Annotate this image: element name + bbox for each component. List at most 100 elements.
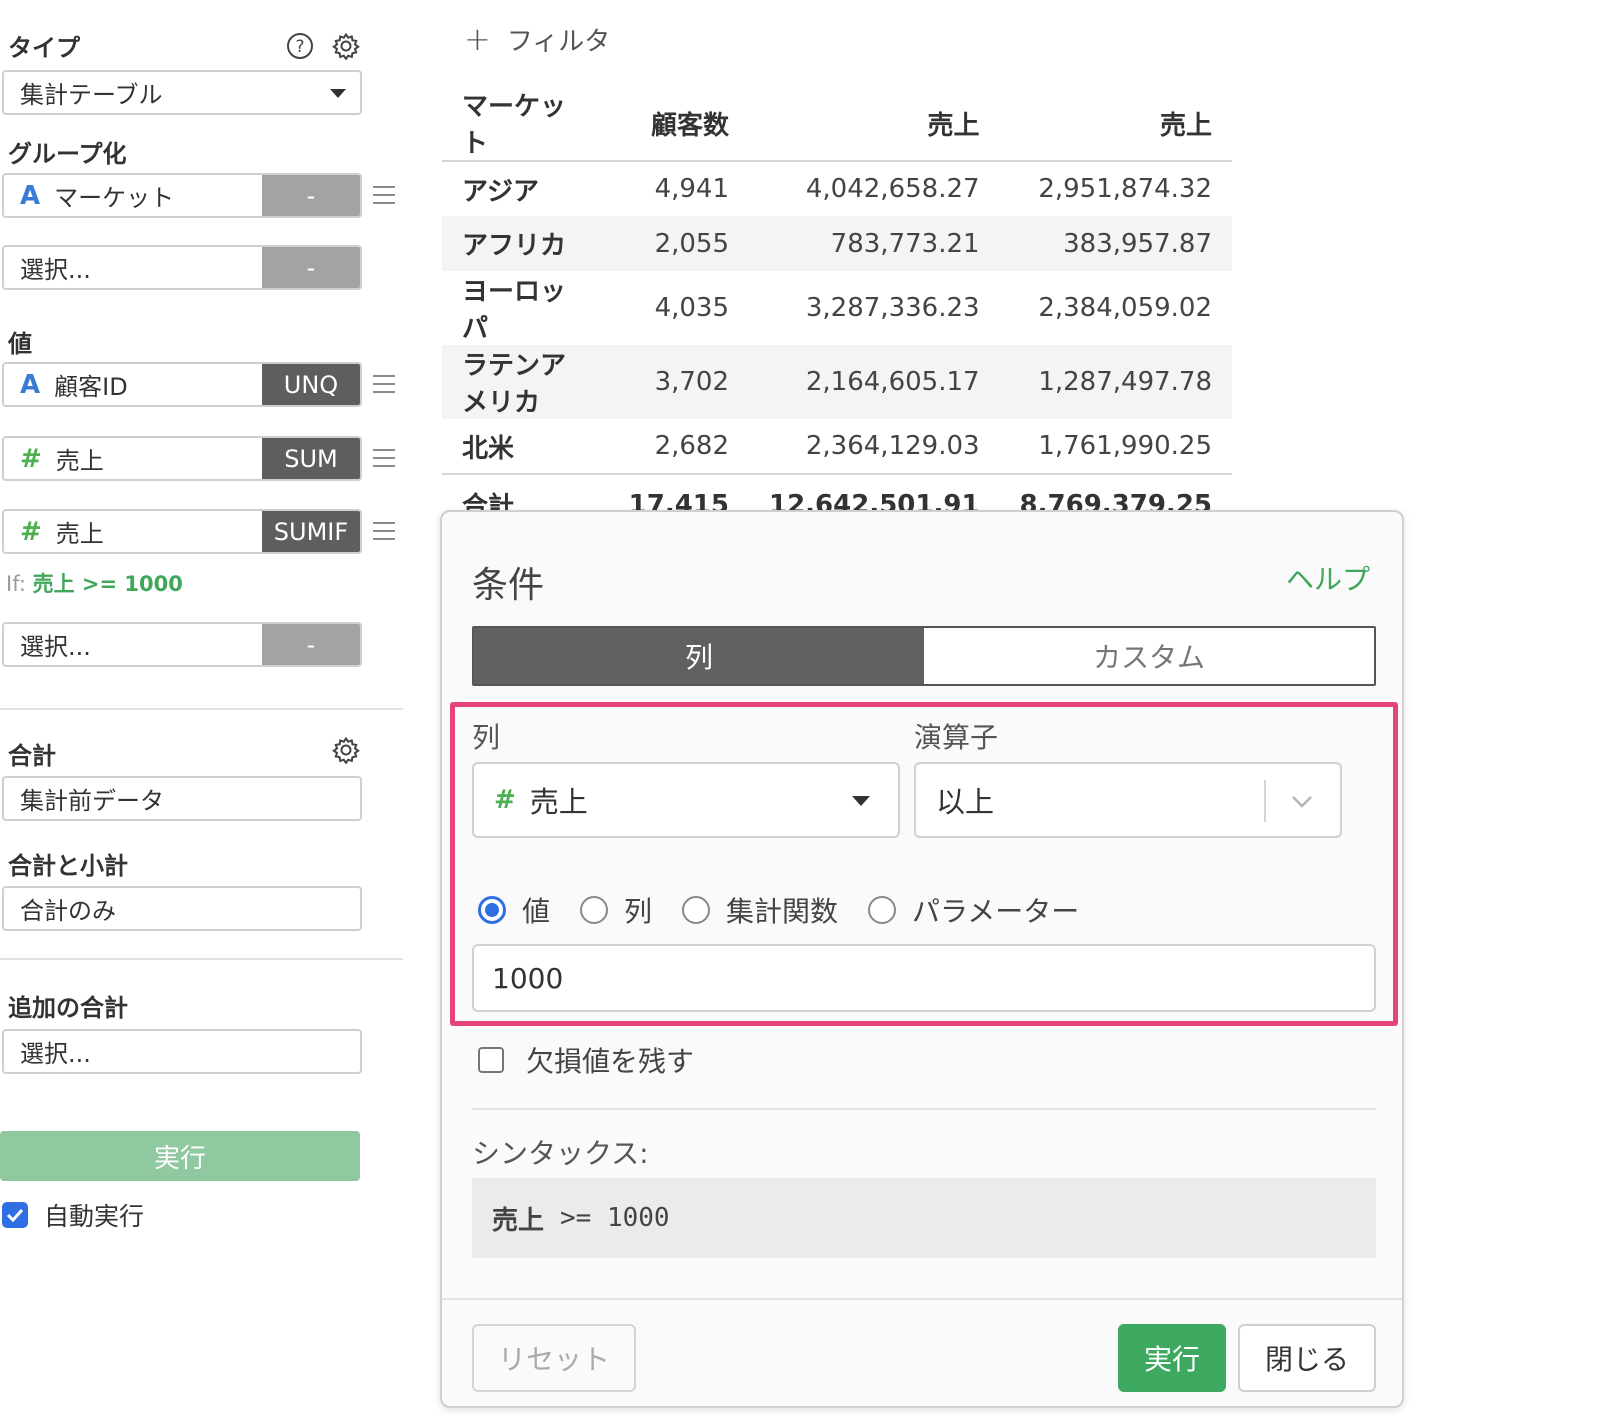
checkbox-unchecked-icon[interactable] bbox=[478, 1047, 504, 1073]
divider bbox=[0, 708, 403, 710]
table-cell: アフリカ bbox=[442, 216, 609, 271]
reset-button[interactable]: リセット bbox=[472, 1324, 636, 1392]
extra-total-select[interactable]: 選択... bbox=[2, 1029, 362, 1074]
add-filter-label: フィルタ bbox=[506, 26, 611, 57]
add-filter-button[interactable]: + フィルタ bbox=[464, 20, 610, 58]
group-field-action-button[interactable]: - bbox=[262, 247, 360, 288]
divider bbox=[0, 958, 403, 960]
condition-mode-tabs: 列 カスタム bbox=[472, 626, 1376, 686]
caret-down-icon bbox=[330, 89, 346, 98]
run-button[interactable]: 実行 bbox=[0, 1131, 360, 1181]
value-field-name: 顧客ID bbox=[54, 373, 128, 401]
column-header[interactable]: 売上 bbox=[999, 86, 1232, 162]
syntax-column: 売上 bbox=[492, 1205, 545, 1236]
table-header-row: マーケット 顧客数 売上 売上 bbox=[442, 86, 1232, 162]
column-label: 列 bbox=[472, 721, 501, 754]
table-cell: 4,042,658.27 bbox=[805, 174, 980, 204]
chevron-down-icon bbox=[1290, 786, 1314, 820]
table-cell: 4,035 bbox=[654, 293, 729, 323]
keep-missing-toggle[interactable]: 欠損値を残す bbox=[478, 1040, 694, 1080]
run-button[interactable]: 実行 bbox=[1118, 1324, 1226, 1392]
drag-handle-icon[interactable] bbox=[373, 375, 395, 393]
close-button[interactable]: 閉じる bbox=[1238, 1324, 1376, 1392]
table-row: 北米 2,682 2,364,129.03 1,761,990.25 bbox=[442, 419, 1232, 474]
group-field-placeholder: 選択... bbox=[20, 256, 91, 284]
table-cell: ヨーロッパ bbox=[462, 277, 567, 344]
subtotal-label: 合計と小計 bbox=[8, 852, 128, 880]
table-cell: 2,682 bbox=[654, 431, 729, 461]
value-type-radio-group: 値 列 集計関数 パラメーター bbox=[478, 890, 1109, 930]
radio-label: 集計関数 bbox=[726, 895, 839, 928]
table-cell: 3,702 bbox=[608, 345, 749, 419]
table-row: アフリカ 2,055 783,773.21 383,957.87 bbox=[442, 216, 1232, 271]
table-cell: 4,941 bbox=[654, 174, 729, 204]
column-header[interactable]: 顧客数 bbox=[608, 86, 749, 162]
radio-label: 列 bbox=[624, 895, 653, 928]
tab-custom[interactable]: カスタム bbox=[924, 628, 1374, 684]
condition-dialog: 条件 ヘルプ 列 カスタム 列 演算子 # 売上 以上 値 列 集計関数 パラメ… bbox=[440, 510, 1404, 1408]
drag-handle-icon[interactable] bbox=[373, 449, 395, 467]
operator-dropdown[interactable]: 以上 bbox=[914, 762, 1342, 838]
value-label: 値 bbox=[8, 330, 32, 358]
radio-unselected-icon[interactable] bbox=[580, 896, 609, 924]
group-field-market[interactable]: A マーケット - bbox=[2, 173, 362, 218]
syntax-preview: 売上 >= 1000 bbox=[472, 1178, 1376, 1258]
radio-aggregate-function[interactable]: 集計関数 bbox=[682, 890, 838, 930]
drag-handle-icon[interactable] bbox=[373, 522, 395, 540]
radio-value[interactable]: 値 bbox=[478, 890, 550, 930]
table-cell: 1,761,990.25 bbox=[1038, 431, 1212, 461]
subtotal-select[interactable]: 合計のみ bbox=[2, 886, 362, 931]
if-prefix: If: bbox=[6, 572, 26, 596]
radio-column[interactable]: 列 bbox=[580, 890, 652, 930]
auto-run-label: 自動実行 bbox=[44, 1202, 145, 1231]
sumif-condition-link[interactable]: If: 売上 >= 1000 bbox=[6, 568, 183, 598]
table-cell: 1,287,497.78 bbox=[999, 345, 1232, 419]
table-cell: 2,384,059.02 bbox=[1038, 293, 1212, 323]
divider bbox=[472, 1108, 1376, 1110]
table-cell: 2,164,605.17 bbox=[749, 345, 1000, 419]
aggregate-function-button[interactable]: SUM bbox=[262, 438, 360, 479]
table-cell: 2,951,874.32 bbox=[1038, 174, 1212, 204]
subtotal-select-value: 合計のみ bbox=[20, 897, 116, 925]
keep-missing-label: 欠損値を残す bbox=[526, 1045, 695, 1078]
column-header[interactable]: マーケット bbox=[442, 86, 609, 162]
aggregate-table: マーケット 顧客数 売上 売上 アジア 4,941 4,042,658.27 2… bbox=[442, 86, 1232, 534]
radio-selected-icon[interactable] bbox=[478, 896, 506, 924]
total-select-value: 集計前データ bbox=[20, 787, 164, 815]
syntax-label: シンタックス: bbox=[472, 1137, 649, 1170]
help-icon[interactable]: ? bbox=[284, 30, 316, 62]
group-field-select[interactable]: 選択... - bbox=[2, 245, 362, 290]
value-input[interactable]: 1000 bbox=[472, 944, 1376, 1012]
total-select[interactable]: 集計前データ bbox=[2, 776, 362, 821]
help-link[interactable]: ヘルプ bbox=[1286, 558, 1370, 598]
aggregate-function-button[interactable]: SUMIF bbox=[262, 511, 360, 552]
total-gear-icon[interactable] bbox=[330, 734, 362, 766]
value-field-sales-sumif[interactable]: # 売上 SUMIF bbox=[2, 509, 362, 554]
tab-column[interactable]: 列 bbox=[474, 628, 924, 684]
radio-parameter[interactable]: パラメーター bbox=[868, 890, 1079, 930]
gear-icon[interactable] bbox=[330, 30, 362, 62]
column-dropdown[interactable]: # 売上 bbox=[472, 762, 900, 838]
group-field-action-button[interactable]: - bbox=[262, 175, 360, 216]
value-field-sales-sum[interactable]: # 売上 SUM bbox=[2, 436, 362, 481]
table-cell: 2,364,129.03 bbox=[805, 431, 980, 461]
auto-run-toggle[interactable]: 自動実行 bbox=[2, 1197, 144, 1233]
aggregate-function-button[interactable]: UNQ bbox=[262, 364, 360, 405]
type-select-value: 集計テーブル bbox=[20, 81, 163, 109]
text-type-icon: A bbox=[20, 180, 41, 211]
number-type-icon: # bbox=[20, 516, 42, 547]
total-label: 合計 bbox=[8, 742, 56, 770]
table-cell: 2,055 bbox=[608, 216, 749, 271]
type-select[interactable]: 集計テーブル bbox=[2, 70, 362, 115]
group-field-name: マーケット bbox=[54, 184, 175, 212]
radio-label: 値 bbox=[522, 895, 551, 928]
radio-unselected-icon[interactable] bbox=[868, 896, 897, 924]
radio-unselected-icon[interactable] bbox=[682, 896, 711, 924]
value-field-select[interactable]: 選択... - bbox=[2, 622, 362, 667]
value-field-customer-id[interactable]: A 顧客ID UNQ bbox=[2, 362, 362, 407]
column-header[interactable]: 売上 bbox=[749, 86, 1000, 162]
checkbox-checked-icon[interactable] bbox=[2, 1202, 28, 1228]
value-field-action-button[interactable]: - bbox=[262, 624, 360, 665]
drag-handle-icon[interactable] bbox=[373, 186, 395, 204]
extra-total-placeholder: 選択... bbox=[20, 1040, 91, 1068]
